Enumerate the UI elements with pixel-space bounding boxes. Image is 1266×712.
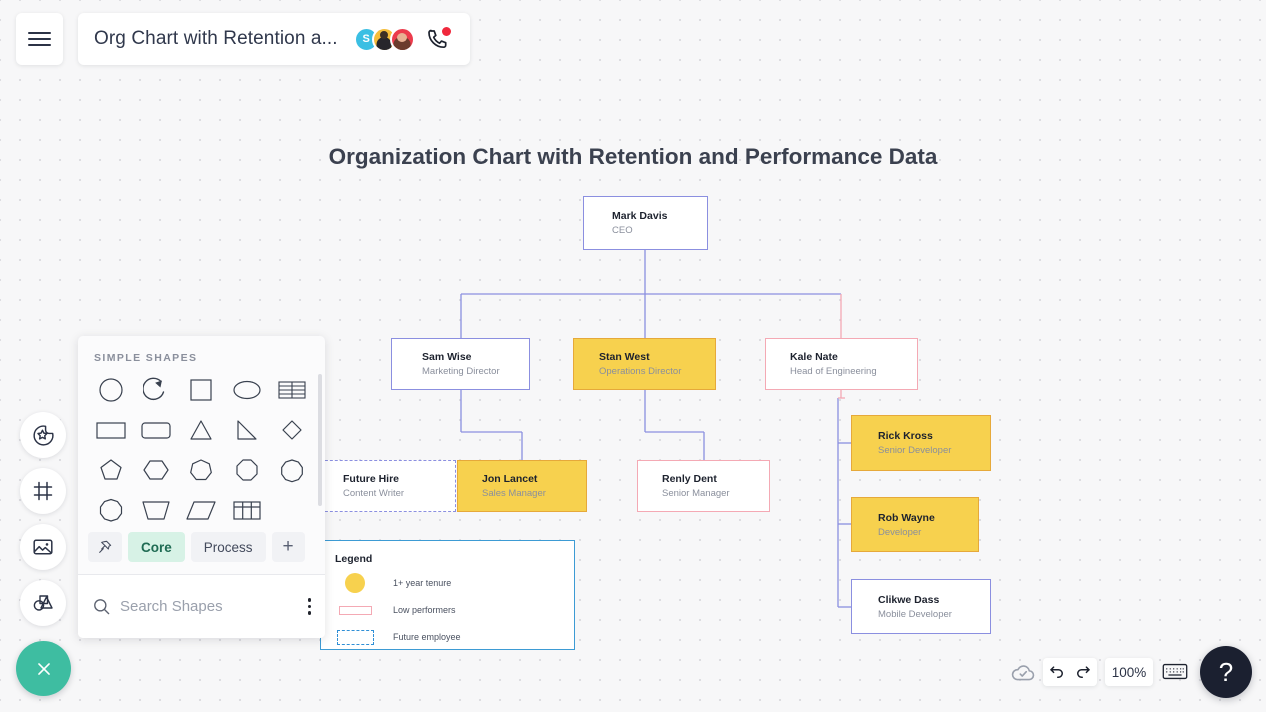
shape-octagon[interactable] xyxy=(224,454,269,486)
shape-hexagon[interactable] xyxy=(133,454,178,486)
node-name: Mark Davis xyxy=(612,210,668,222)
node-role: Marketing Director xyxy=(422,366,500,377)
shape-category-tabs: Core Process + xyxy=(78,532,325,562)
help-button[interactable]: ? xyxy=(1200,646,1252,698)
legend-row: 1+ year tenure xyxy=(321,573,574,593)
more-vertical-icon[interactable] xyxy=(307,595,311,618)
node-name: Kale Nate xyxy=(790,351,838,363)
node-role: Senior Developer xyxy=(878,445,952,456)
shape-triangle[interactable] xyxy=(179,414,224,446)
shape-ellipse[interactable] xyxy=(224,374,269,406)
shape-diamond[interactable] xyxy=(270,414,315,446)
search-icon xyxy=(94,599,110,615)
shape-cell-empty xyxy=(270,494,315,526)
shape-circle[interactable] xyxy=(88,374,133,406)
node-stan-west[interactable]: Stan West Operations Director xyxy=(573,338,716,390)
legend-label: Future employee xyxy=(393,632,461,642)
node-name: Future Hire xyxy=(343,473,400,485)
search-input[interactable] xyxy=(120,598,270,615)
legend-title: Legend xyxy=(335,553,373,565)
node-name: Jon Lancet xyxy=(482,473,538,485)
tab-pin[interactable] xyxy=(88,532,122,562)
node-name: Sam Wise xyxy=(422,351,472,363)
shapes-section-title: SIMPLE SHAPES xyxy=(94,352,198,364)
shape-trapezoid[interactable] xyxy=(133,494,178,526)
node-role: Senior Manager xyxy=(662,488,730,499)
panel-scrollbar[interactable] xyxy=(318,374,322,506)
blue-dashed-icon xyxy=(335,629,381,645)
shape-square[interactable] xyxy=(179,374,224,406)
tab-process[interactable]: Process xyxy=(190,532,266,562)
keyboard-icon[interactable] xyxy=(1162,661,1188,687)
cloud-saved-icon[interactable] xyxy=(1010,660,1036,691)
node-name: Rob Wayne xyxy=(878,511,935,524)
shape-rectangle[interactable] xyxy=(88,414,133,446)
shape-grid-table[interactable] xyxy=(224,494,269,526)
undo-redo-group xyxy=(1043,658,1097,686)
node-sam-wise[interactable]: Sam Wise Marketing Director xyxy=(391,338,530,390)
legend-label: Low performers xyxy=(393,605,456,615)
shape-decagon[interactable] xyxy=(88,494,133,526)
shape-pentagon[interactable] xyxy=(88,454,133,486)
shape-parallelogram[interactable] xyxy=(179,494,224,526)
legend-row: Low performers xyxy=(321,601,574,619)
tab-add[interactable]: + xyxy=(271,532,305,562)
node-name: Rick Kross xyxy=(878,430,933,442)
shape-nonagon[interactable] xyxy=(270,454,315,486)
pink-bar-icon xyxy=(335,605,381,615)
node-role: Head of Engineering xyxy=(790,366,877,377)
node-rick-kross[interactable]: Rick Kross Senior Developer xyxy=(851,415,991,471)
legend-label: 1+ year tenure xyxy=(393,578,452,588)
search-shapes-row xyxy=(78,575,325,638)
legend-box[interactable]: Legend 1+ year tenure Low performers Fut… xyxy=(320,540,575,650)
app-root: Org Chart with Retention a... S Organiza… xyxy=(0,0,1266,712)
shape-right-triangle[interactable] xyxy=(224,414,269,446)
shape-arc[interactable] xyxy=(133,374,178,406)
shapes-panel: SIMPLE SHAPES Core Process + Search Shap… xyxy=(78,336,325,638)
legend-row: Future employee xyxy=(321,628,574,646)
shape-heptagon[interactable] xyxy=(179,454,224,486)
undo-icon[interactable] xyxy=(1048,663,1066,681)
node-role: Operations Director xyxy=(599,366,682,377)
node-name: Clikwe Dass xyxy=(878,593,940,606)
shape-table-rows[interactable] xyxy=(270,374,315,406)
node-role: Mobile Developer xyxy=(878,608,952,620)
node-jon-lancet[interactable]: Jon Lancet Sales Manager xyxy=(457,460,587,512)
node-name: Renly Dent xyxy=(662,473,717,485)
tab-core[interactable]: Core xyxy=(128,532,185,562)
shape-rounded-rectangle[interactable] xyxy=(133,414,178,446)
zoom-level[interactable]: 100% xyxy=(1105,658,1153,686)
node-role: CEO xyxy=(612,225,633,236)
node-renly-dent[interactable]: Renly Dent Senior Manager xyxy=(637,460,770,512)
node-role: Developer xyxy=(878,526,922,538)
node-clikwe-dass[interactable]: Clikwe Dass Mobile Developer xyxy=(851,579,991,634)
node-rob-wayne[interactable]: Rob Wayne Developer xyxy=(851,497,979,552)
node-kale-nate[interactable]: Kale Nate Head of Engineering xyxy=(765,338,918,390)
node-role: Content Writer xyxy=(343,488,405,499)
node-role: Sales Manager xyxy=(482,488,546,499)
yellow-circle-icon xyxy=(335,573,381,593)
node-name: Stan West xyxy=(599,351,650,363)
node-future-hire[interactable]: Future Hire Content Writer xyxy=(320,460,456,512)
shapes-grid xyxy=(78,364,325,526)
node-mark-davis[interactable]: Mark Davis CEO xyxy=(583,196,708,250)
redo-icon[interactable] xyxy=(1074,663,1092,681)
